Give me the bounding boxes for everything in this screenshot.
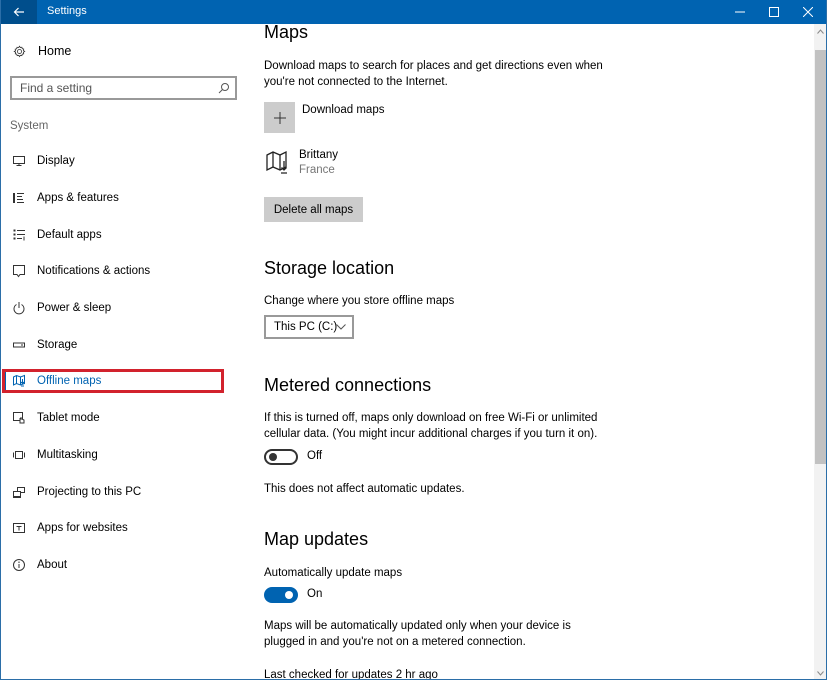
metered-toggle[interactable] [264, 449, 298, 465]
delete-all-maps-button[interactable]: Delete all maps [264, 197, 363, 222]
maps-heading: Maps [264, 22, 309, 42]
metered-toggle-state: Off [307, 450, 323, 462]
minimize-icon [735, 11, 745, 13]
sidebar-item-apps-features[interactable]: Apps & features [1, 180, 246, 217]
back-arrow-icon [13, 7, 24, 17]
maximize-icon [769, 7, 779, 17]
sidebar-item-label: Apps for websites [37, 522, 128, 535]
sidebar-item-storage[interactable]: Storage [1, 326, 246, 363]
toggle-knob [269, 453, 277, 461]
maps-description: Download maps to search for places and g… [264, 60, 603, 88]
dropdown-value: This PC (C:) [274, 321, 338, 333]
sidebar-item-tablet-mode[interactable]: Tablet mode [1, 400, 246, 437]
close-icon [803, 7, 813, 17]
sidebar-item-label: Multitasking [37, 448, 98, 461]
notifications-icon [12, 264, 26, 278]
scroll-thumb[interactable] [815, 50, 826, 464]
close-button[interactable] [791, 0, 825, 24]
home-label: Home [38, 44, 72, 58]
window-title: Settings [47, 5, 87, 17]
info-icon [12, 558, 26, 572]
vertical-scrollbar[interactable] [814, 24, 826, 679]
sidebar-item-label: Apps & features [37, 192, 119, 205]
nav-list: Display Apps & features Default apps Not… [1, 143, 246, 583]
auto-update-label: Automatically update maps [264, 567, 403, 579]
map-updates-heading: Map updates [264, 529, 369, 549]
sidebar-item-label: Power & sleep [37, 302, 112, 315]
sidebar-item-display[interactable]: Display [1, 143, 246, 180]
sidebar-item-label: About [37, 558, 68, 571]
minimize-button[interactable] [723, 0, 757, 24]
map-icon [12, 374, 26, 388]
sidebar-item-label: Projecting to this PC [37, 485, 142, 498]
sidebar-item-notifications[interactable]: Notifications & actions [1, 253, 246, 290]
search-input[interactable] [12, 81, 212, 95]
power-icon [12, 301, 26, 315]
storage-location-dropdown[interactable]: This PC (C:) [264, 315, 354, 339]
sidebar-item-apps-websites[interactable]: Apps for websites [1, 510, 246, 547]
storage-label: Change where you store offline maps [264, 295, 455, 307]
plus-icon [273, 111, 286, 124]
auto-update-toggle[interactable] [264, 587, 298, 603]
map-download-icon [266, 150, 287, 174]
auto-update-toggle-state: On [307, 588, 323, 600]
maximize-button[interactable] [757, 0, 791, 24]
sidebar-item-default-apps[interactable]: Default apps [1, 216, 246, 253]
scroll-up-button[interactable] [814, 24, 826, 38]
section-label-system: System [10, 120, 49, 132]
storage-icon [12, 338, 26, 352]
chevron-up-icon [817, 28, 824, 34]
title-bar: Settings [1, 0, 826, 24]
settings-window: Settings Home System Display [0, 0, 827, 680]
last-checked-text: Last checked for updates 2 hr ago [264, 669, 438, 680]
sidebar-item-about[interactable]: About [1, 547, 246, 584]
home-link[interactable]: Home [13, 44, 71, 58]
sidebar-item-label: Display [37, 155, 75, 168]
chevron-down-icon [336, 324, 346, 330]
sidebar-item-label: Storage [37, 338, 78, 351]
metered-description: If this is turned off, maps only downloa… [264, 412, 598, 440]
display-icon [12, 154, 26, 168]
metered-heading: Metered connections [264, 375, 432, 395]
sidebar-item-label: Tablet mode [37, 412, 100, 425]
multitasking-icon [12, 448, 26, 462]
tablet-mode-icon [12, 411, 26, 425]
sidebar-item-power-sleep[interactable]: Power & sleep [1, 290, 246, 327]
search-icon[interactable] [218, 82, 230, 94]
sidebar-item-label: Default apps [37, 228, 102, 241]
toggle-knob [285, 591, 293, 599]
sidebar-item-label: Notifications & actions [37, 265, 151, 278]
gear-icon [13, 44, 26, 57]
projecting-icon [12, 485, 26, 499]
downloaded-map-item[interactable]: Brittany France [264, 148, 464, 180]
scroll-down-button[interactable] [814, 666, 826, 679]
download-maps-button[interactable] [264, 102, 295, 133]
apps-websites-icon [12, 521, 26, 535]
map-name: Brittany [299, 149, 338, 161]
auto-update-description: Maps will be automatically updated only … [264, 620, 571, 648]
apps-features-icon [12, 191, 26, 205]
back-button[interactable] [1, 0, 37, 24]
sidebar-item-projecting[interactable]: Projecting to this PC [1, 473, 246, 510]
storage-heading: Storage location [264, 258, 395, 278]
chevron-down-icon [817, 670, 824, 676]
sidebar: Home System Display Apps & features Defa… [1, 24, 246, 679]
sidebar-item-offline-maps[interactable]: Offline maps [1, 363, 246, 400]
default-apps-icon [12, 228, 26, 242]
download-maps-label[interactable]: Download maps [302, 104, 384, 116]
map-country: France [299, 164, 335, 176]
search-field[interactable] [10, 76, 237, 100]
sidebar-item-multitasking[interactable]: Multitasking [1, 437, 246, 474]
metered-note: This does not affect automatic updates. [264, 483, 465, 495]
highlight-box [2, 369, 224, 394]
sidebar-item-label: Offline maps [37, 375, 102, 388]
